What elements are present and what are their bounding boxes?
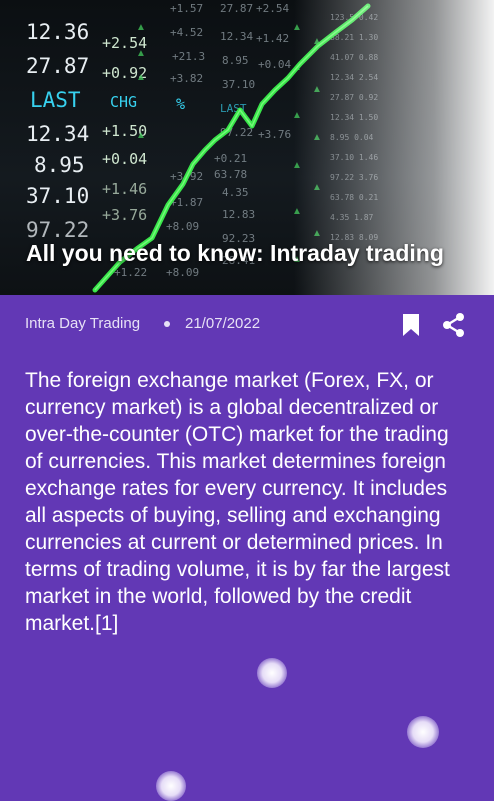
article-title: All you need to know: Intraday trading [26, 240, 444, 266]
svg-text:+3.82: +3.82 [170, 72, 203, 85]
decorative-bubble [257, 658, 287, 688]
article-category[interactable]: Intra Day Trading [25, 315, 140, 332]
svg-text:▲: ▲ [136, 130, 146, 141]
svg-text:+21.3: +21.3 [172, 50, 205, 63]
svg-text:+8.09: +8.09 [166, 220, 199, 233]
article-date: 21/07/2022 [185, 315, 261, 332]
svg-text:+1.22: +1.22 [114, 266, 147, 279]
svg-text:37.10: 37.10 [222, 78, 255, 91]
article-body: The foreign exchange market (Forex, FX, … [25, 369, 450, 635]
svg-text:4.35: 4.35 [222, 186, 249, 199]
svg-text:▲: ▲ [136, 72, 146, 83]
svg-text:8.95: 8.95 [222, 54, 249, 67]
svg-text:▲: ▲ [136, 22, 146, 33]
svg-text:27.87: 27.87 [220, 2, 253, 15]
article-meta: Intra Day Trading 21/07/2022 [25, 312, 470, 338]
separator-dot [164, 321, 170, 327]
hero-image: 12.36 27.87 LAST 12.34 8.95 37.10 97.22 … [0, 0, 494, 295]
svg-text:63.78: 63.78 [214, 168, 247, 181]
svg-text:12.34: 12.34 [220, 30, 253, 43]
svg-text:+0.04: +0.04 [258, 58, 291, 71]
svg-text:+1.57: +1.57 [170, 2, 203, 15]
svg-text:+1.42: +1.42 [256, 32, 289, 45]
bookmark-icon[interactable] [401, 312, 421, 338]
svg-text:+2.54: +2.54 [256, 2, 289, 15]
share-icon[interactable] [441, 312, 467, 338]
svg-text:12.83: 12.83 [222, 208, 255, 221]
decorative-bubble [407, 716, 439, 748]
svg-text:+4.52: +4.52 [170, 26, 203, 39]
svg-text:+0.21: +0.21 [214, 152, 247, 165]
decorative-bubble [156, 771, 186, 801]
svg-text:▲: ▲ [136, 48, 146, 59]
svg-text:+8.09: +8.09 [166, 266, 199, 279]
svg-text:+3.76: +3.76 [258, 128, 291, 141]
